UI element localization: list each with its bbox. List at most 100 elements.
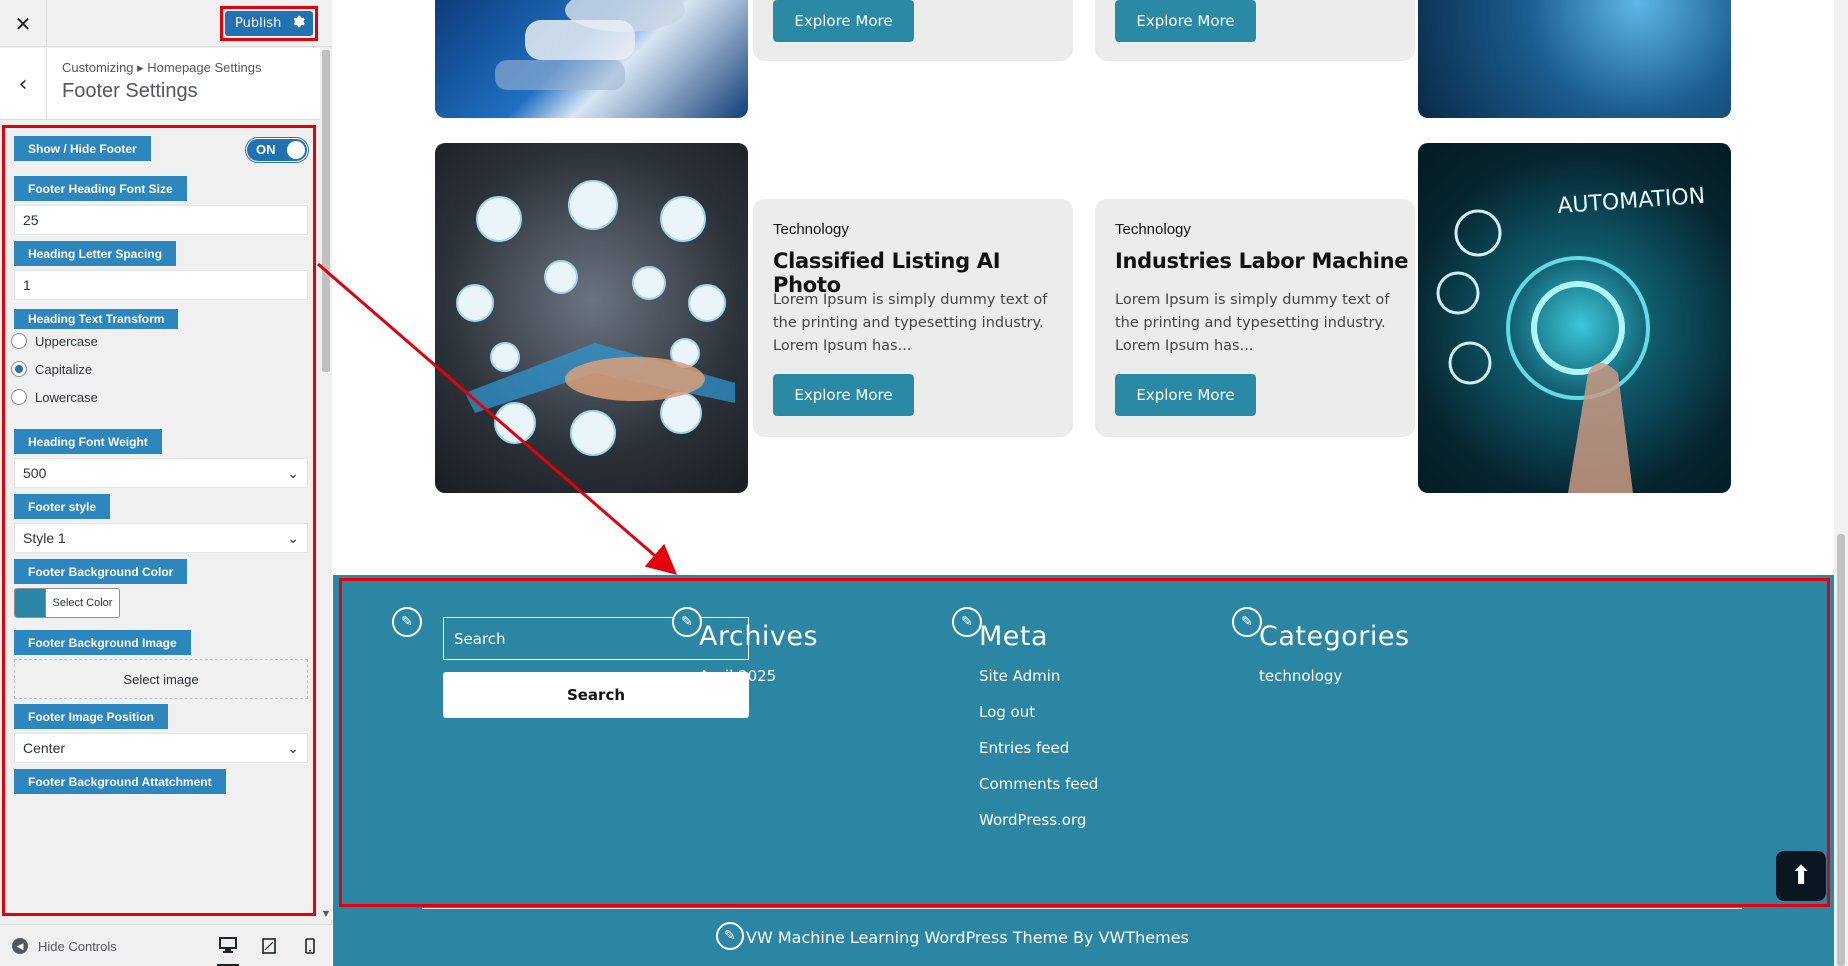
gear-icon[interactable] (290, 15, 307, 32)
image-position-value: Center (23, 740, 66, 756)
card-excerpt: Lorem Ipsum is simply dummy text of the … (1115, 292, 1390, 354)
breadcrumb: Customizing ▸ Homepage Settings (62, 60, 262, 75)
section-header: ‹ Customizing ▸ Homepage Settings Footer… (0, 48, 320, 120)
bg-color-label: Footer Background Color (14, 559, 188, 584)
footer-settings-controls: Show / Hide Footer ON Footer Heading Fon… (2, 125, 316, 916)
card-classified-listing: Technology Classified Listing AI Photo L… (753, 199, 1073, 437)
site-preview: Explore More Explore More Technology Cla… (333, 0, 1848, 966)
edit-pencil-icon[interactable]: ✎ (952, 607, 982, 637)
blue-abstract-image (1418, 0, 1731, 118)
publish-highlight: Publish (220, 6, 318, 41)
back-button[interactable]: ‹ (0, 48, 47, 120)
image-position-label: Footer Image Position (14, 704, 169, 729)
tablet-icon[interactable] (258, 935, 280, 957)
close-customizer-button[interactable]: ✕ (0, 0, 47, 47)
customizer-panel: ✕ Publish ‹ Customizing ▸ Homepage Setti… (0, 0, 332, 966)
chevron-down-icon: ⌄ (287, 530, 299, 546)
card-category: Technology (1115, 221, 1191, 238)
heading-font-size-label: Footer Heading Font Size (14, 176, 187, 201)
desktop-icon[interactable] (217, 935, 239, 966)
image-position-select[interactable]: Center ⌄ (14, 733, 308, 763)
edit-pencil-icon[interactable]: ✎ (672, 607, 702, 637)
section-title: Footer Settings (62, 80, 198, 102)
scroll-to-top-button[interactable]: ⬆ (1776, 851, 1826, 901)
explore-more-button[interactable]: Explore More (1115, 0, 1256, 42)
footer-toggle[interactable]: ON (246, 138, 308, 162)
scroll-down-arrow-icon[interactable]: ▼ (322, 910, 330, 918)
archives-link[interactable]: April 2025 (699, 667, 776, 685)
panel-scrollbar[interactable]: ▼ (320, 48, 332, 920)
explore-more-button[interactable]: Explore More (1115, 374, 1256, 416)
card-title: Industries Labor Machine (1115, 249, 1409, 273)
edit-pencil-icon[interactable]: ✎ (1232, 607, 1262, 637)
automation-image: AUTOMATION (1418, 143, 1731, 493)
top-card-1: Explore More (753, 0, 1073, 61)
footer-highlight: ✎ Search Search ✎ Archives April 2025 ✎ … (339, 578, 1830, 907)
site-footer: ✎ Search Search ✎ Archives April 2025 ✎ … (333, 575, 1834, 966)
tech-icons-hand-image (435, 143, 748, 493)
footer-style-select[interactable]: Style 1 ⌄ (14, 523, 308, 553)
mobile-icon[interactable] (299, 935, 321, 957)
preview-scroll-thumb[interactable] (1837, 534, 1845, 966)
collapse-arrow-icon: ◀ (12, 938, 28, 954)
top-card-2: Explore More (1095, 0, 1415, 61)
archives-title: Archives (699, 621, 819, 652)
letter-spacing-label: Heading Letter Spacing (14, 241, 177, 266)
chevron-left-icon: ‹ (18, 71, 28, 97)
radio-capitalize[interactable]: Capitalize (11, 359, 92, 379)
panel-scroll-thumb[interactable] (322, 50, 330, 372)
meta-link-wordpress-org[interactable]: WordPress.org (979, 811, 1086, 829)
radio-lowercase-label: Lowercase (35, 389, 98, 405)
preview-scrollbar[interactable] (1834, 0, 1848, 966)
meta-link-entries-feed[interactable]: Entries feed (979, 739, 1069, 757)
radio-uppercase-label: Uppercase (35, 333, 98, 349)
footer-style-value: Style 1 (23, 530, 66, 546)
select-image-button[interactable]: Select image (14, 659, 308, 699)
color-swatch (15, 589, 45, 617)
chevron-down-icon: ⌄ (287, 740, 299, 756)
robot-hand-image (435, 0, 748, 118)
edit-pencil-icon[interactable]: ✎ (716, 922, 744, 950)
card-industries-labor: Technology Industries Labor Machine Lore… (1095, 199, 1415, 437)
radio-capitalize-label: Capitalize (35, 361, 93, 377)
radio-circle-checked[interactable] (11, 361, 27, 377)
card-excerpt: Lorem Ipsum is simply dummy text of the … (773, 292, 1048, 354)
hide-controls-button[interactable]: ◀ Hide Controls (12, 938, 117, 954)
arrow-up-icon: ⬆ (1790, 861, 1812, 891)
copyright-text: VW Machine Learning WordPress Theme By V… (746, 928, 1189, 947)
font-weight-value: 500 (23, 465, 47, 481)
chevron-down-icon: ⌄ (287, 465, 299, 481)
radio-circle[interactable] (11, 333, 27, 349)
categories-title: Categories (1259, 621, 1410, 652)
automation-text: AUTOMATION (1557, 184, 1706, 219)
hide-controls-label: Hide Controls (38, 938, 117, 954)
footer-style-label: Footer style (14, 494, 111, 519)
heading-font-size-input[interactable]: 25 (14, 205, 308, 235)
edit-pencil-icon[interactable]: ✎ (392, 607, 422, 637)
text-transform-label: Heading Text Transform (14, 309, 179, 329)
meta-link-log-out[interactable]: Log out (979, 703, 1035, 721)
radio-lowercase[interactable]: Lowercase (11, 387, 98, 407)
letter-spacing-input[interactable]: 1 (14, 270, 308, 300)
meta-link-site-admin[interactable]: Site Admin (979, 667, 1060, 685)
toggle-text: ON (256, 142, 276, 157)
explore-more-button[interactable]: Explore More (773, 374, 914, 416)
bg-image-label: Footer Background Image (14, 630, 191, 655)
card-category: Technology (773, 221, 849, 238)
footer-divider (422, 908, 1742, 909)
customizer-footer: ◀ Hide Controls (0, 924, 332, 966)
show-hide-footer-label: Show / Hide Footer (14, 136, 151, 161)
select-color-button[interactable]: Select Color (14, 588, 120, 618)
publish-label: Publish (235, 16, 282, 31)
category-link[interactable]: technology (1259, 667, 1342, 685)
radio-uppercase[interactable]: Uppercase (11, 331, 98, 351)
publish-button[interactable]: Publish (225, 11, 313, 36)
select-color-label: Select Color (45, 589, 119, 617)
meta-link-comments-feed[interactable]: Comments feed (979, 775, 1098, 793)
font-weight-label: Heading Font Weight (14, 429, 162, 454)
customizer-header: ✕ Publish (0, 0, 332, 47)
bg-attachment-label: Footer Background Attatchment (14, 769, 226, 794)
explore-more-button[interactable]: Explore More (773, 0, 914, 42)
radio-circle[interactable] (11, 389, 27, 405)
font-weight-select[interactable]: 500 ⌄ (14, 458, 308, 488)
